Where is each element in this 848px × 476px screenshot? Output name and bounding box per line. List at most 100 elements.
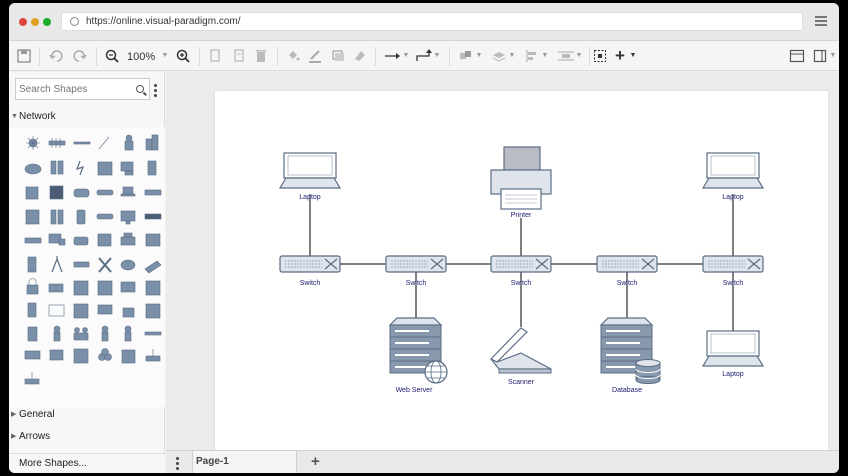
shape-camera-icon[interactable] [48,283,64,293]
redo-icon[interactable] [73,47,87,65]
shape-chip-icon[interactable] [49,185,64,200]
shape-wireless-icon[interactable] [145,349,161,362]
align-icon[interactable] [524,47,540,65]
shape-desktop-icon[interactable] [97,304,113,315]
shape-nic-icon[interactable] [73,261,90,268]
shape-storage-icon[interactable] [145,280,161,296]
shape-lock-icon[interactable] [26,278,39,295]
zoom-level[interactable]: 100% [127,51,155,63]
browser-menu-icon[interactable] [815,16,827,26]
sidebar-options-icon[interactable] [154,84,157,99]
shape-ups2-icon[interactable] [27,302,37,318]
save-icon[interactable] [17,47,31,65]
shape-antenna-icon[interactable] [51,256,63,273]
web-server-node[interactable]: Web Server [388,317,448,394]
shape-bus-icon[interactable] [48,138,66,148]
shape-monitor2-icon[interactable] [120,281,136,293]
connector-dropdown-icon[interactable]: ▼ [402,47,410,65]
shape-person2-icon[interactable] [101,325,109,342]
shape-lightning-icon[interactable] [98,136,110,150]
shape-person3-icon[interactable] [124,325,132,342]
switch-node-2[interactable]: Switch [385,255,447,287]
database-node[interactable]: Database [599,317,661,394]
switch-node-1[interactable]: Switch [279,255,341,287]
shape-tower-icon[interactable] [147,160,157,176]
layer-dropdown-icon[interactable]: ▼ [508,47,516,65]
address-bar[interactable]: https://online.visual-paradigm.com/ [61,12,803,31]
shape-display-icon[interactable] [48,304,65,317]
shape-satellite-icon[interactable] [98,257,112,273]
shape-cable-icon[interactable] [73,141,91,145]
section-general[interactable]: ▶ General [9,404,165,425]
shape-modem-icon[interactable] [96,213,114,220]
shape-laptop-icon[interactable] [120,186,136,197]
laptop-node-bottom[interactable]: Laptop [702,330,764,378]
shape-cable2-icon[interactable] [144,331,162,336]
arrange-icon[interactable] [458,47,474,65]
shape-wireless2-icon[interactable] [24,372,40,385]
zoom-in-icon[interactable] [176,47,190,65]
select-icon[interactable] [593,47,607,65]
panel-dropdown-icon[interactable]: ▼ [829,47,837,65]
shape-mainframe-icon[interactable] [97,161,113,176]
section-arrows[interactable]: ▶ Arrows [9,426,165,447]
shape-dish-icon[interactable] [120,259,136,271]
add-page-icon[interactable]: + [311,453,320,470]
arrange-dropdown-icon[interactable]: ▼ [475,47,483,65]
page-tab-page-1[interactable]: Page-1 [192,451,297,473]
shape-switch-dark-icon[interactable] [144,213,162,220]
shape-phone-icon[interactable] [76,209,86,225]
shape-server-stack-icon[interactable] [25,209,40,225]
shape-hub-icon[interactable] [26,136,40,150]
shape-workstation-icon[interactable] [48,233,66,246]
window-minimize-button[interactable] [31,18,39,26]
search-icon[interactable] [136,85,144,93]
shape-server4-icon[interactable] [73,348,89,364]
switch-node-4[interactable]: Switch [596,255,658,287]
shape-fax-icon[interactable] [97,233,112,247]
shape-switch-icon[interactable] [144,189,162,196]
shape-hub-flat-icon[interactable] [24,237,42,244]
diagram-page[interactable]: Laptop Printer Laptop Switch Switch Swit… [215,91,828,450]
insert-dropdown-icon[interactable]: ▼ [629,47,637,65]
insert-plus-icon[interactable]: + [614,47,626,65]
section-network[interactable]: ▼ Network [9,106,165,127]
zoom-dropdown-icon[interactable]: ▼ [161,47,169,65]
fill-color-icon[interactable] [286,47,300,65]
shape-scanner-small-icon[interactable] [144,260,162,274]
waypoint-dropdown-icon[interactable]: ▼ [433,47,441,65]
align-dropdown-icon[interactable]: ▼ [541,47,549,65]
shadow-icon[interactable] [331,47,345,65]
window-close-button[interactable] [19,18,27,26]
shape-building-icon[interactable] [145,134,159,151]
shape-user-icon[interactable] [124,134,134,151]
connector-straight-icon[interactable] [384,47,402,65]
format-panel-icon[interactable] [789,47,805,65]
shape-server-small-icon[interactable] [145,233,161,247]
copy-icon[interactable] [209,47,221,65]
laptop-node-left[interactable]: Laptop [279,152,341,201]
shape-telephone-icon[interactable] [73,236,89,246]
shape-server3-icon[interactable] [73,303,89,319]
shape-community-icon[interactable] [98,348,112,361]
search-shapes-input[interactable] [19,81,129,97]
laptop-node-right[interactable]: Laptop [702,152,764,201]
shape-printer-small-icon[interactable] [120,232,136,246]
switch-node-5[interactable]: Switch [702,255,764,287]
distribute-dropdown-icon[interactable]: ▼ [575,47,583,65]
shape-server5-icon[interactable] [121,349,136,364]
shape-pda-icon[interactable] [27,326,38,342]
shape-router-icon[interactable] [96,189,114,196]
shape-bolt-icon[interactable] [75,160,85,176]
shape-users-icon[interactable] [73,327,89,341]
shape-building2-icon[interactable] [145,303,161,319]
paste-icon[interactable] [233,47,245,65]
pages-menu-icon[interactable] [176,457,179,470]
format-painter-icon[interactable] [353,47,367,65]
shape-server-db-icon[interactable] [73,280,89,296]
connector-elbow-icon[interactable] [415,47,433,65]
shape-gamepad-icon[interactable] [73,188,90,198]
shape-rack-icon[interactable] [50,209,64,225]
shape-lock-open-icon[interactable] [122,307,135,318]
shape-ups-icon[interactable] [27,256,37,273]
